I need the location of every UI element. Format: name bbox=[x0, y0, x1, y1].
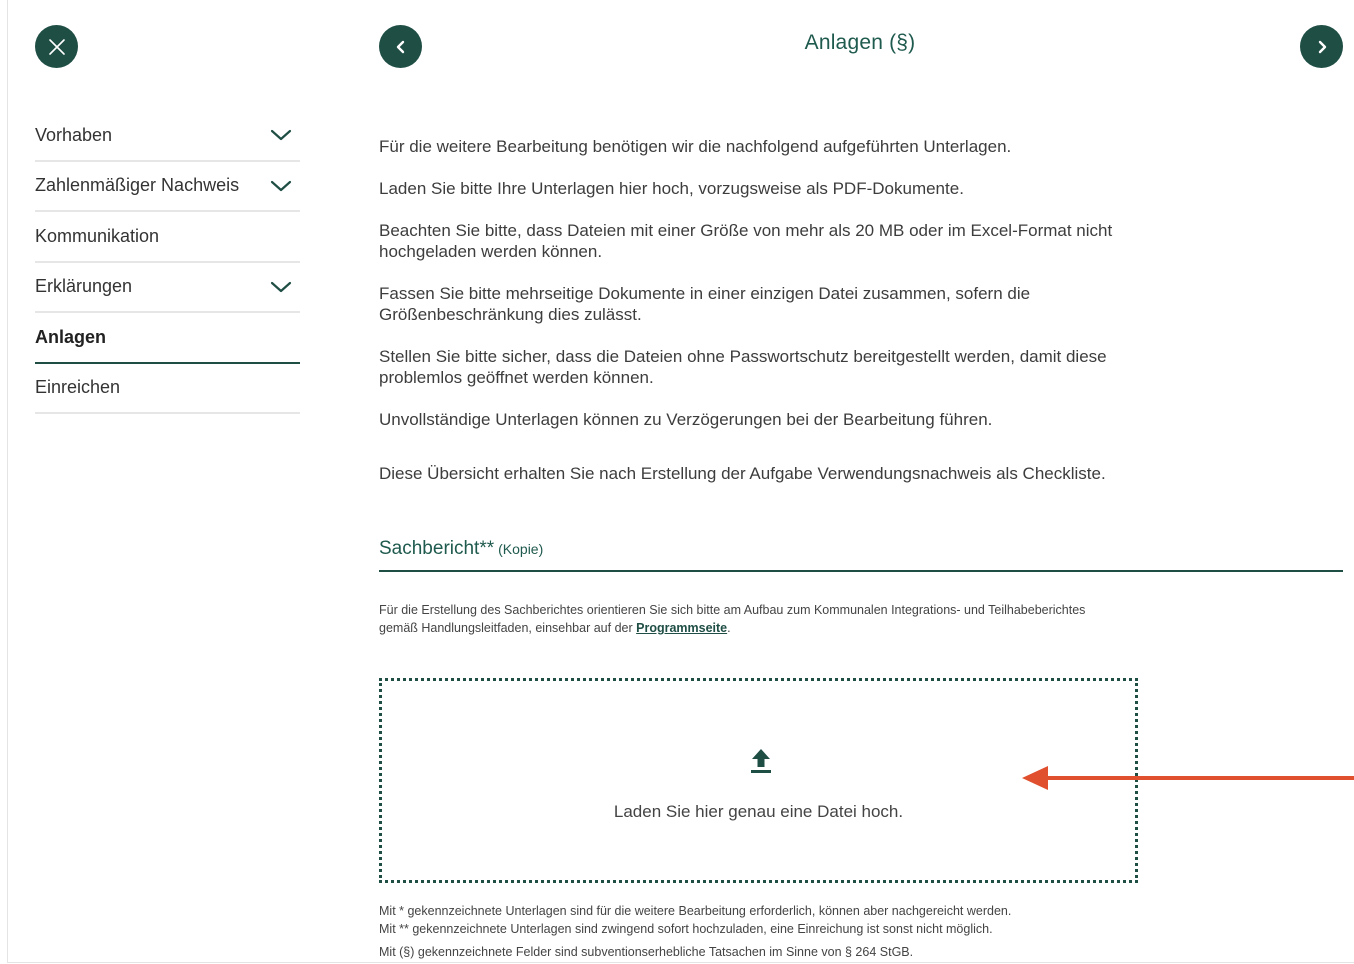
section-tag: (Kopie) bbox=[498, 541, 544, 557]
footnote-subsidy: Mit (§) gekennzeichnete Felder sind subv… bbox=[379, 945, 914, 959]
sidebar-item-erklaerungen[interactable]: Erklärungen bbox=[35, 263, 300, 313]
sidebar-item-vorhaben[interactable]: Vorhaben bbox=[35, 111, 300, 162]
chevron-down-icon[interactable] bbox=[270, 179, 292, 193]
intro-paragraph: Diese Übersicht erhalten Sie nach Erstel… bbox=[379, 464, 1106, 483]
sidebar-item-kommunikation[interactable]: Kommunikation bbox=[35, 212, 300, 263]
intro-paragraph: Stellen Sie bitte sicher, dass die Datei… bbox=[379, 347, 1107, 387]
previous-page-button[interactable] bbox=[379, 25, 422, 68]
sidebar-item-label: Anlagen bbox=[35, 326, 107, 347]
sidebar-nav: Vorhaben Zahlenmäßiger Nachweis Kommunik… bbox=[35, 111, 300, 414]
chevron-left-icon bbox=[396, 40, 404, 53]
section-title-text: Sachbericht** bbox=[379, 538, 495, 559]
intro-paragraph: Fassen Sie bitte mehrseitige Dokumente i… bbox=[379, 284, 1031, 324]
sidebar-item-label: Erklärungen bbox=[35, 276, 133, 297]
sidebar-item-anlagen[interactable]: Anlagen bbox=[35, 313, 300, 364]
chevron-down-icon[interactable] bbox=[270, 128, 292, 142]
annotation-arrow-icon bbox=[1022, 766, 1354, 790]
chevron-down-icon[interactable] bbox=[270, 280, 292, 294]
sidebar-item-label: Einreichen bbox=[35, 377, 121, 398]
section-title: Sachbericht** (Kopie) bbox=[379, 538, 543, 560]
next-page-button[interactable] bbox=[1300, 25, 1343, 68]
hint-text: Für die Erstellung des Sachberichtes ori… bbox=[379, 603, 1086, 635]
intro-paragraph: Laden Sie bitte Ihre Unterlagen hier hoc… bbox=[379, 179, 964, 198]
intro-paragraph: Für die weitere Bearbeitung benötigen wi… bbox=[379, 137, 1012, 156]
footnote-mandatory: Mit ** gekennzeichnete Unterlagen sind z… bbox=[379, 922, 993, 936]
page-title: Anlagen (§) bbox=[804, 31, 916, 54]
intro-paragraph: Unvollständige Unterlagen können zu Verz… bbox=[379, 410, 993, 429]
sidebar-item-zahlenmaessiger-nachweis[interactable]: Zahlenmäßiger Nachweis bbox=[35, 162, 300, 212]
sidebar-item-label: Kommunikation bbox=[35, 225, 160, 246]
sidebar-item-einreichen[interactable]: Einreichen bbox=[35, 364, 300, 414]
section-divider bbox=[379, 570, 1343, 572]
upload-icon bbox=[751, 749, 771, 773]
sidebar-item-label: Zahlenmäßiger Nachweis bbox=[35, 175, 240, 196]
close-icon bbox=[48, 38, 65, 55]
hint-text-end: . bbox=[727, 621, 731, 635]
intro-paragraph: Beachten Sie bitte, dass Dateien mit ein… bbox=[379, 221, 1113, 261]
sidebar-item-label: Vorhaben bbox=[35, 124, 113, 145]
programmseite-link[interactable]: Programmseite bbox=[636, 621, 727, 635]
close-button[interactable] bbox=[35, 25, 78, 68]
section-hint: Für die Erstellung des Sachberichtes ori… bbox=[379, 601, 1119, 637]
footnote-required: Mit * gekennzeichnete Unterlagen sind fü… bbox=[379, 904, 1012, 918]
chevron-right-icon bbox=[1318, 40, 1326, 53]
dropzone-text: Laden Sie hier genau eine Datei hoch. bbox=[613, 802, 904, 821]
